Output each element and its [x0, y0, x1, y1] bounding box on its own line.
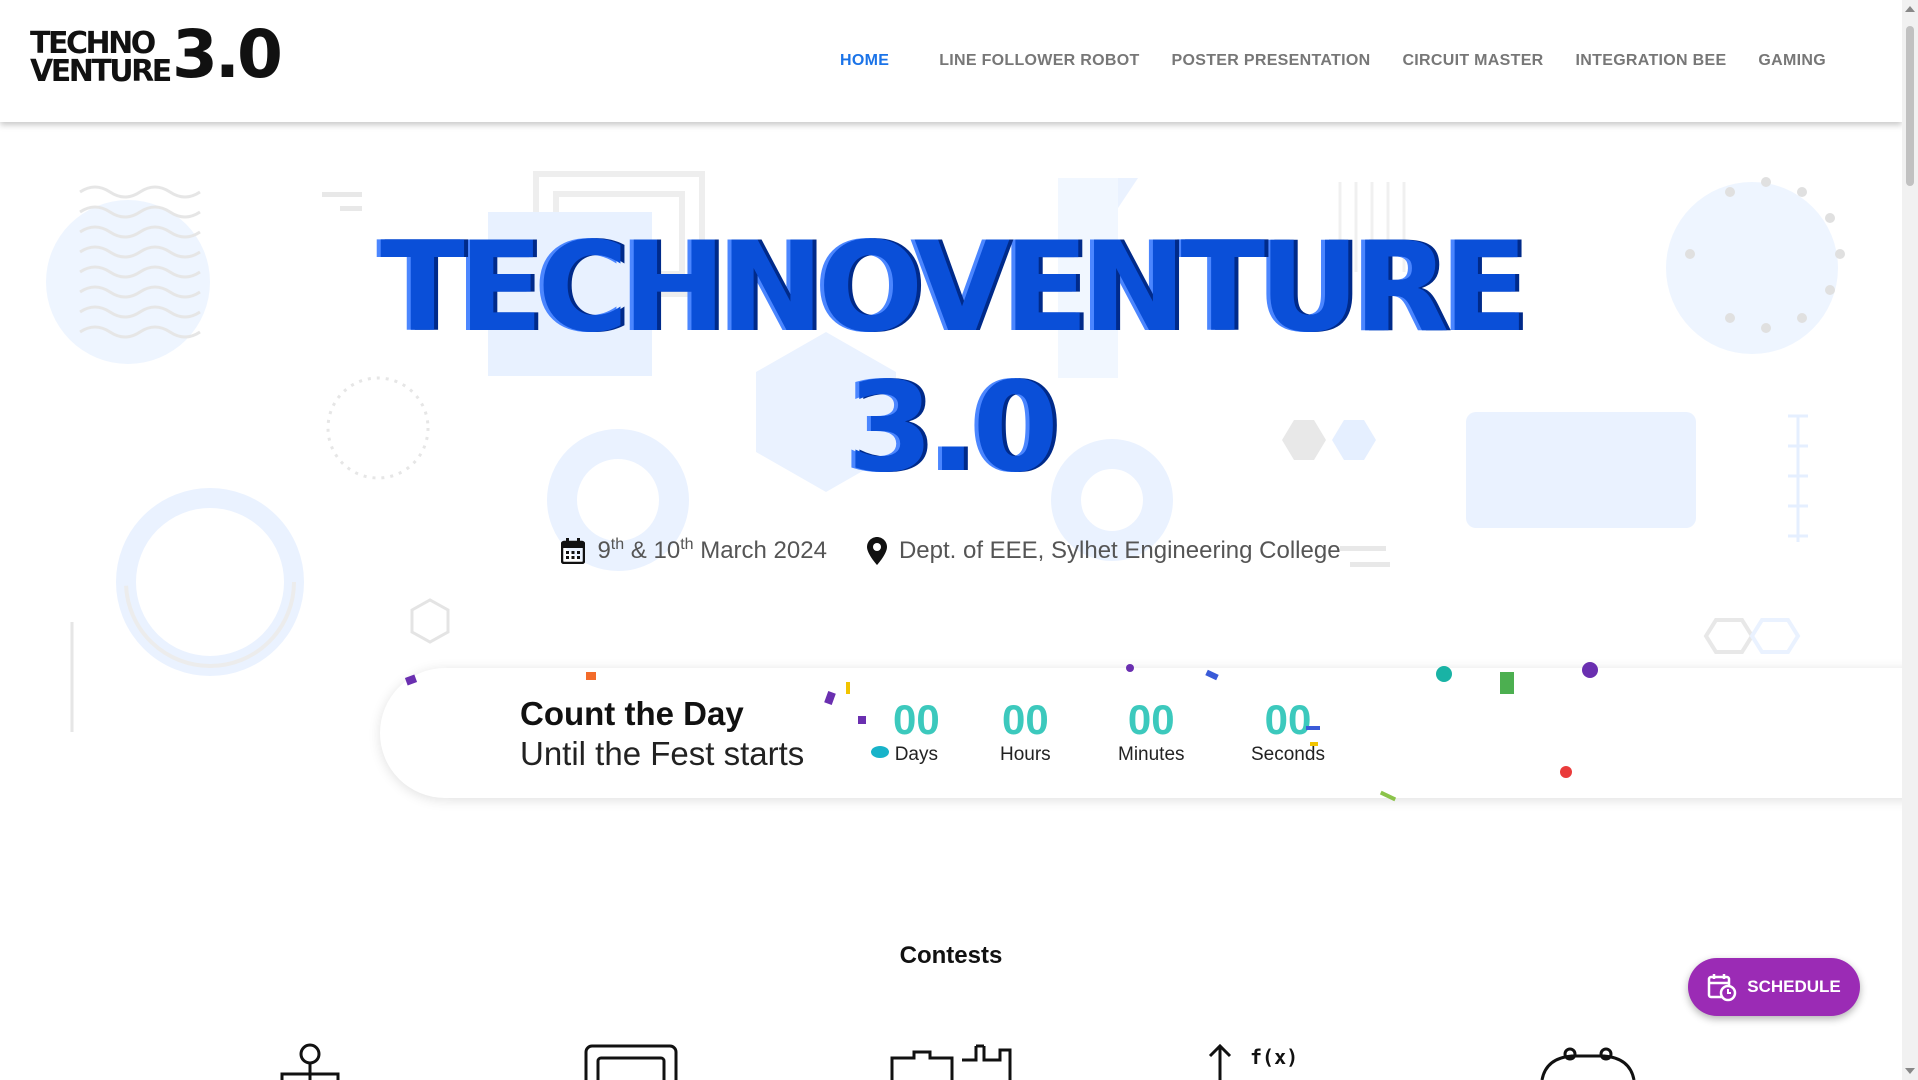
nav-line-follower-robot[interactable]: LINE FOLLOWER ROBOT [923, 48, 1155, 74]
event-info: 9th & 10th March 2024 Dept. of EEE, Sylh… [0, 536, 1902, 565]
scrollbar-thumb[interactable] [1906, 26, 1914, 186]
countdown-card: Count the Day Until the Fest starts 00 D… [380, 668, 1918, 798]
svg-text:f(x): f(x) [1250, 1045, 1298, 1069]
nav-circuit-master[interactable]: CIRCUIT MASTER [1386, 48, 1559, 74]
nav-gaming[interactable]: GAMING [1742, 48, 1842, 74]
schedule-button-label: SCHEDULE [1747, 977, 1841, 996]
location-pin-icon [866, 536, 887, 565]
calendar-clock-icon [1707, 974, 1737, 1002]
calendar-icon [561, 537, 586, 564]
countdown-days: 00 Days [893, 696, 940, 766]
site-header: TECHNO VENTURE 3.0 HOME LINE FOLLOWER RO… [0, 0, 1902, 122]
nav-poster-presentation[interactable]: POSTER PRESENTATION [1156, 48, 1387, 74]
schedule-button[interactable]: SCHEDULE [1688, 958, 1860, 1016]
main-nav: HOME LINE FOLLOWER ROBOT POSTER PRESENTA… [824, 48, 1842, 74]
circuit-icon[interactable] [890, 1040, 1014, 1080]
event-date: 9th & 10th March 2024 [561, 536, 827, 565]
hero-version: 3.0 [847, 356, 1059, 500]
nav-integration-bee[interactable]: INTEGRATION BEE [1560, 48, 1743, 74]
hero-title: TECHNOVENTURE [380, 216, 1528, 360]
logo-version: 3.0 [172, 16, 283, 93]
poster-icon[interactable] [584, 1040, 678, 1080]
contests-heading: Contests [899, 942, 1003, 969]
site-logo[interactable]: TECHNO VENTURE 3.0 [30, 20, 290, 92]
event-location-text: Dept. of EEE, Sylhet Engineering College [898, 536, 1341, 564]
page: TECHNO VENTURE 3.0 HOME LINE FOLLOWER RO… [0, 0, 1918, 1080]
gamepad-icon[interactable] [1536, 1040, 1640, 1080]
nav-home[interactable]: HOME [824, 48, 905, 74]
function-icon[interactable]: f(x) [1204, 1040, 1300, 1080]
scroll-up-arrow-icon[interactable] [1905, 6, 1915, 12]
contest-icons-row: f(x) [0, 1040, 1902, 1080]
event-location: Dept. of EEE, Sylhet Engineering College [866, 536, 1341, 565]
scroll-down-arrow-icon[interactable] [1905, 1068, 1915, 1074]
countdown-minutes: 00 Minutes [1118, 696, 1185, 766]
page-scrollbar[interactable] [1902, 0, 1918, 1080]
countdown-hours: 00 Hours [1000, 696, 1051, 766]
logo-wordmark: TECHNO VENTURE [30, 26, 172, 89]
countdown-seconds: 00 Seconds [1251, 696, 1325, 766]
joystick-icon[interactable] [278, 1040, 342, 1080]
event-date-text: 9th & 10th March 2024 [597, 536, 827, 564]
countdown-heading: Count the Day Until the Fest starts [520, 695, 805, 772]
